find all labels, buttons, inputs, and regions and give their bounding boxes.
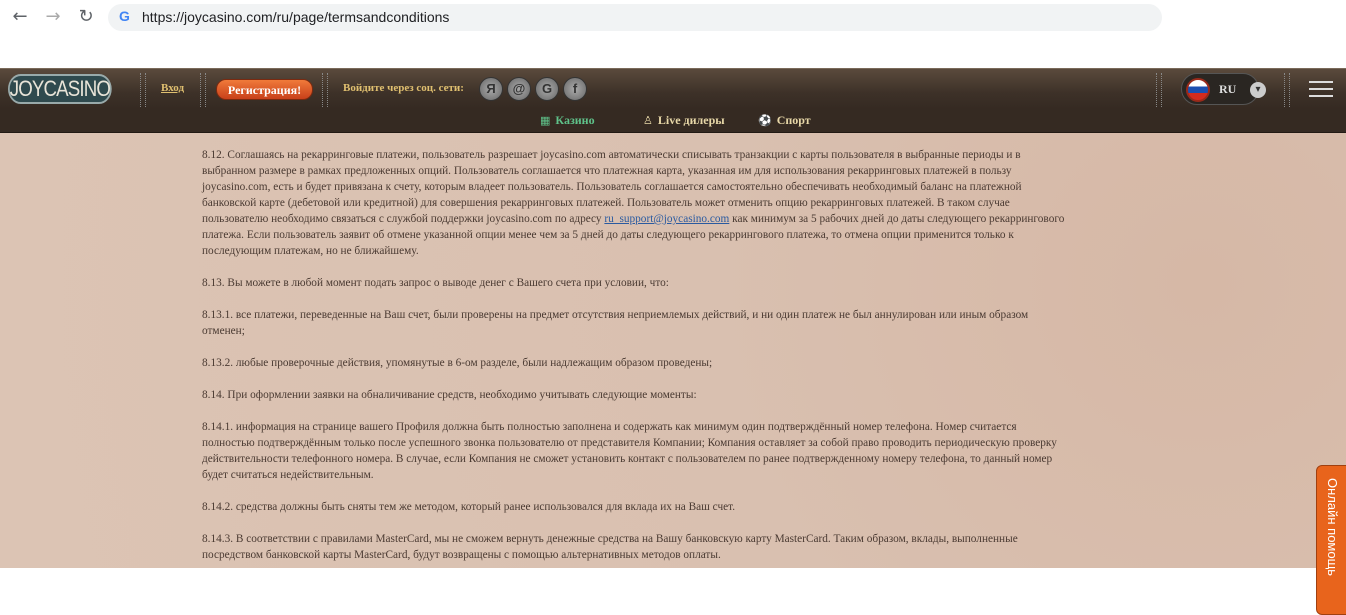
category-nav: ▦ Казино ♙ Live дилеры ⚽ Спорт	[0, 109, 1346, 133]
text-line: банковской карте (дебетовой или кредитно…	[202, 197, 1010, 209]
language-code: RU	[1219, 82, 1237, 96]
tab-live-dealers[interactable]: ♙ Live дилеры	[643, 113, 725, 128]
paragraph-8-12: 8.12. Соглашаясь на рекарринговые платеж…	[202, 147, 1064, 259]
russia-flag-icon	[1186, 78, 1210, 102]
url-text[interactable]: https://joycasino.com/ru/page/termsandco…	[142, 9, 449, 25]
register-button[interactable]: Регистрация!	[216, 79, 313, 100]
mail-icon[interactable]: @	[507, 77, 531, 101]
browser-toolbar: ← → ↻ G https://joycasino.com/ru/page/te…	[0, 0, 1346, 36]
tab-label: Казино	[555, 113, 595, 127]
online-help-label: Онлайн помощь	[1325, 478, 1340, 577]
terms-paragraph: 8.14.2. средства должны быть сняты тем ж…	[202, 499, 1064, 515]
facebook-icon[interactable]: f	[563, 77, 587, 101]
divider	[322, 73, 328, 107]
text-line: платежа. Если пользователь заявит об отм…	[202, 229, 1014, 241]
logo[interactable]: JOYCASINO	[8, 74, 112, 104]
back-button[interactable]: ←	[10, 7, 30, 27]
text-line: 8.14.2. средства должны быть сняты тем ж…	[202, 501, 736, 513]
text-segment: пользователю необходимо связаться с служ…	[202, 213, 605, 225]
text-line: полностью подтверждённым только после ус…	[202, 437, 1057, 449]
tab-label: Live дилеры	[657, 113, 725, 127]
text-line: 8.13.2. любые проверочные действия, упом…	[202, 357, 713, 369]
divider	[200, 73, 206, 107]
text-line: 8.13. Вы можете в любой момент подать за…	[202, 277, 669, 289]
yandex-icon[interactable]: Я	[479, 77, 503, 101]
slots-icon: ▦	[540, 114, 551, 127]
tab-label: Спорт	[776, 113, 811, 127]
menu-icon[interactable]	[1309, 81, 1333, 97]
language-selector[interactable]: RU ▾	[1181, 73, 1266, 105]
text-line: пользователю необходимо связаться с служ…	[202, 211, 1064, 227]
site-header: JOYCASINO Вход Регистрация! Войдите чере…	[0, 68, 1346, 109]
forward-button[interactable]: →	[43, 7, 63, 27]
text-segment: как минимум за 5 рабочих дней до даты сл…	[729, 213, 1065, 225]
google-icon: G	[119, 8, 130, 24]
text-line: действительности телефонного номера. В с…	[202, 453, 1053, 465]
terms-paragraph: 8.14.3. В соответствии с правилами Maste…	[202, 531, 1064, 563]
login-link[interactable]: Вход	[161, 82, 184, 94]
divider	[1156, 73, 1162, 107]
terms-paragraph: 8.13.1. все платежи, переведенные на Ваш…	[202, 307, 1064, 339]
terms-text: 8.12. Соглашаясь на рекарринговые платеж…	[202, 147, 1064, 579]
text-line: 8.14. При оформлении заявки на обналичив…	[202, 389, 697, 401]
ball-icon: ⚽	[758, 114, 772, 127]
online-help-button[interactable]: Онлайн помощь	[1316, 465, 1346, 615]
terms-paragraph: 8.13. Вы можете в любой момент подать за…	[202, 275, 1064, 291]
divider	[140, 73, 146, 107]
dealer-icon: ♙	[643, 114, 653, 127]
address-bar[interactable]: G https://joycasino.com/ru/page/termsand…	[108, 4, 1162, 31]
social-login-label: Войдите через соц. сети:	[343, 82, 464, 94]
text-line: 8.14.3. В соответствии с правилами Maste…	[202, 533, 1018, 545]
text-line: последующим платежам, но не ближайшему.	[202, 245, 419, 257]
chevron-down-icon: ▾	[1250, 82, 1266, 98]
google-login-icon[interactable]: G	[535, 77, 559, 101]
terms-paragraph: 8.14. При оформлении заявки на обналичив…	[202, 387, 1064, 403]
text-line: 8.12. Соглашаясь на рекарринговые платеж…	[202, 149, 1021, 161]
terms-content: 8.12. Соглашаясь на рекарринговые платеж…	[0, 133, 1346, 615]
text-line: отменен;	[202, 325, 245, 337]
support-email-link[interactable]: ru_support@joycasino.com	[604, 213, 729, 225]
terms-paragraph: 8.14.1. информация на странице вашего Пр…	[202, 419, 1064, 483]
text-line: посредством банковской карты MasterCard,…	[202, 549, 721, 561]
tab-casino[interactable]: ▦ Казино	[540, 113, 595, 128]
tab-sport[interactable]: ⚽ Спорт	[758, 113, 811, 128]
reload-button[interactable]: ↻	[76, 7, 96, 27]
text-line: 8.13.1. все платежи, переведенные на Ваш…	[202, 309, 1029, 321]
divider	[1284, 73, 1290, 107]
text-line: выбранном размере в рамках предложенных …	[202, 165, 1012, 177]
terms-paragraph: 8.13.2. любые проверочные действия, упом…	[202, 355, 1064, 371]
text-line: будет считаться недействительным.	[202, 469, 374, 481]
text-line: 8.14.1. информация на странице вашего Пр…	[202, 421, 1017, 433]
text-line: joycasino.com, есть и будет привязана к …	[202, 181, 1022, 193]
